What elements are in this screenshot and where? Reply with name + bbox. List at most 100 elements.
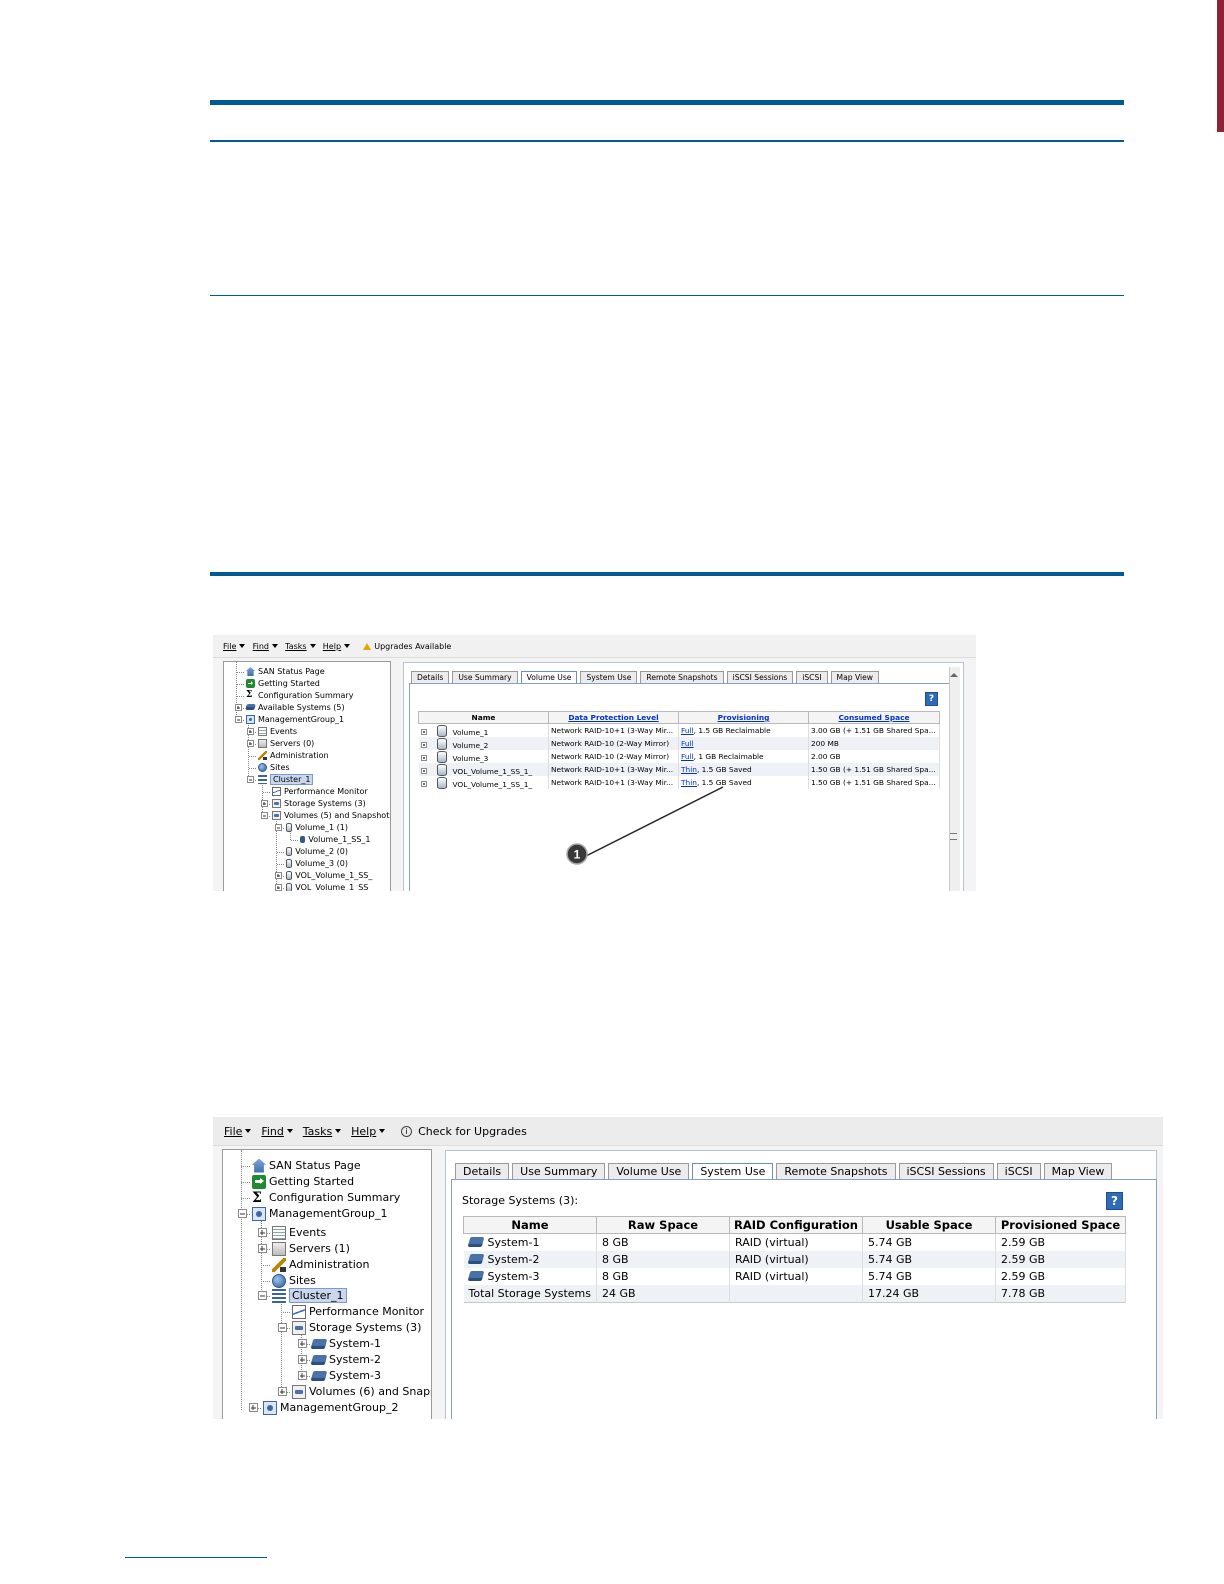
tab-use-summary[interactable]: Use Summary	[512, 1163, 606, 1179]
tree-item-volumes-5-and-snapshots[interactable]: Volumes (5) and Snapshots	[260, 810, 390, 821]
tree-item-getting-started[interactable]: Getting Started	[252, 1174, 354, 1189]
expand-icon[interactable]	[234, 704, 242, 711]
tab-volume-use[interactable]: Volume Use	[520, 671, 578, 683]
tree-item-volume-1-1[interactable]: Volume_1 (1)	[274, 822, 348, 833]
tree-item-servers-0[interactable]: Servers (0)	[246, 738, 314, 749]
table-row[interactable]: Volume_1 Network RAID-10+1 (3-Way Mir... F…	[418, 723, 940, 737]
table-row[interactable]: VOL_Volume_1_SS_1_ Network RAID-10+1 (3-W…	[418, 763, 940, 776]
tree-item-system-1[interactable]: System-1	[297, 1336, 381, 1351]
provisioning-link[interactable]: Full	[681, 726, 694, 735]
tree-item-storage-systems-3[interactable]: Storage Systems (3)	[277, 1320, 421, 1335]
tab-iscsi-sessions[interactable]: iSCSI Sessions	[726, 671, 794, 683]
tree-item-managementgroup-1[interactable]: ManagementGroup_1	[234, 714, 344, 725]
tab-volume-use[interactable]: Volume Use	[608, 1163, 690, 1179]
tab-iscsi-sessions[interactable]: iSCSI Sessions	[898, 1163, 994, 1179]
collapse-icon[interactable]	[277, 1323, 287, 1332]
tab-details[interactable]: Details	[455, 1163, 510, 1179]
tree-item-configuration-summary[interactable]: Σ Configuration Summary	[246, 690, 353, 701]
upgrades-available-link[interactable]: Upgrades Available	[374, 642, 451, 651]
tree-item-configuration-summary[interactable]: Σ Configuration Summary	[252, 1190, 400, 1205]
menu-tasks[interactable]: Tasks	[303, 1125, 342, 1138]
tab-use-summary[interactable]: Use Summary	[452, 671, 518, 683]
tab-system-use[interactable]: System Use	[692, 1163, 774, 1179]
menu-find[interactable]: Find	[261, 1125, 293, 1138]
collapse-icon[interactable]	[234, 716, 242, 723]
provisioning-link[interactable]: Thin	[681, 778, 697, 787]
tree-item-san-status-page[interactable]: SAN Status Page	[246, 666, 325, 677]
tab-map-view[interactable]: Map View	[830, 671, 879, 683]
check-for-upgrades-link[interactable]: Check for Upgrades	[418, 1125, 527, 1138]
tree-item-volume-3-0[interactable]: Volume_3 (0)	[286, 858, 348, 869]
tree-item-volume-2-0[interactable]: Volume_2 (0)	[286, 846, 348, 857]
menu-file[interactable]: File	[223, 642, 246, 651]
tree-item-cluster-1[interactable]: Cluster_1	[246, 774, 314, 785]
column-header-provisioned-space[interactable]: Provisioned Space	[995, 1216, 1126, 1234]
tab-system-use[interactable]: System Use	[580, 671, 638, 683]
column-header-name[interactable]: Name	[418, 711, 549, 724]
tab-remote-snapshots[interactable]: Remote Snapshots	[640, 671, 724, 683]
expand-icon[interactable]	[297, 1371, 307, 1380]
tree-item-sites[interactable]: Sites	[272, 1273, 316, 1288]
tree-item-managementgroup-1[interactable]: ManagementGroup_1	[237, 1206, 387, 1221]
help-button[interactable]: ?	[1106, 1192, 1123, 1210]
tab-map-view[interactable]: Map View	[1043, 1163, 1113, 1179]
column-header-name[interactable]: Name	[463, 1216, 597, 1234]
scroll-up-arrow-icon[interactable]	[950, 673, 958, 677]
menu-help[interactable]: Help	[323, 642, 351, 651]
menu-help[interactable]: Help	[351, 1125, 386, 1138]
tree-item-sites[interactable]: Sites	[258, 762, 290, 773]
expand-icon[interactable]	[297, 1339, 307, 1348]
expand-icon[interactable]	[274, 884, 282, 891]
total-row[interactable]: Total Storage Systems 24 GB 17.24 GB 7.78 G…	[463, 1285, 1126, 1303]
tree-item-system-3[interactable]: System-3	[297, 1368, 381, 1383]
tree-item-available-systems-5[interactable]: Available Systems (5)	[234, 702, 345, 713]
tree-item-events[interactable]: Events	[246, 726, 297, 737]
tree-item-volume-1-ss-1[interactable]: Volume_1_SS_1	[300, 834, 370, 845]
expand-icon[interactable]	[420, 767, 427, 774]
table-row[interactable]: Volume_2 Network RAID-10 (2-Way Mirror) Fu…	[418, 737, 940, 750]
tree-item-events[interactable]: Events	[257, 1225, 326, 1240]
tree-item-vol-volume-1-ss[interactable]: VOL_Volume_1_SS_	[274, 870, 372, 881]
tree-item-volumes-6-and-snapsh[interactable]: Volumes (6) and Snapsh	[277, 1384, 431, 1399]
expand-icon[interactable]	[420, 741, 427, 748]
expand-icon[interactable]	[420, 754, 427, 761]
tree-item-performance-monitor[interactable]: Performance Monitor	[292, 1304, 424, 1319]
tab-details[interactable]: Details	[411, 671, 450, 683]
help-button[interactable]: ?	[925, 692, 938, 706]
table-row[interactable]: System-2 8 GB RAID (virtual) 5.74 GB 2.59 GB	[463, 1251, 1126, 1268]
collapse-icon[interactable]	[257, 1291, 267, 1300]
column-header-raw-space[interactable]: Raw Space	[596, 1216, 730, 1234]
tree-item-servers-1[interactable]: Servers (1)	[257, 1241, 350, 1256]
expand-icon[interactable]	[274, 872, 282, 879]
vertical-scrollbar[interactable]	[949, 667, 960, 891]
column-header-consumed-space[interactable]: Consumed Space	[808, 711, 940, 724]
column-header-usable-space[interactable]: Usable Space	[862, 1216, 996, 1234]
tab-remote-snapshots[interactable]: Remote Snapshots	[776, 1163, 896, 1179]
table-row[interactable]: Volume_3 Network RAID-10 (2-Way Mirror) Fu…	[418, 750, 940, 763]
menu-file[interactable]: File	[224, 1125, 252, 1138]
expand-icon[interactable]	[248, 1403, 258, 1412]
provisioning-link[interactable]: Thin	[681, 765, 697, 774]
tree-item-cluster-1[interactable]: Cluster_1	[257, 1288, 347, 1303]
table-row[interactable]: VOL_Volume_1_SS_1_ Network RAID-10+1 (3-W…	[418, 776, 940, 789]
provisioning-link[interactable]: Full	[681, 739, 694, 748]
tree-item-system-2[interactable]: System-2	[297, 1352, 381, 1367]
tree-item-getting-started[interactable]: Getting Started	[246, 678, 320, 689]
tree-item-performance-monitor[interactable]: Performance Monitor	[272, 786, 368, 797]
expand-icon[interactable]	[257, 1244, 267, 1253]
table-row[interactable]: System-3 8 GB RAID (virtual) 5.74 GB 2.59 GB	[463, 1268, 1126, 1285]
expand-icon[interactable]	[246, 740, 254, 747]
collapse-icon[interactable]	[274, 824, 282, 831]
collapse-icon[interactable]	[260, 812, 268, 819]
table-row[interactable]: System-1 8 GB RAID (virtual) 5.74 GB 2.59 GB	[463, 1233, 1126, 1251]
expand-icon[interactable]	[260, 800, 268, 807]
expand-icon[interactable]	[297, 1355, 307, 1364]
column-header-provisioning[interactable]: Provisioning	[678, 711, 809, 724]
expand-icon[interactable]	[246, 728, 254, 735]
collapse-icon[interactable]	[237, 1209, 247, 1218]
tab-iscsi[interactable]: iSCSI	[996, 1163, 1041, 1179]
menu-find[interactable]: Find	[253, 642, 278, 651]
tree-item-administration[interactable]: Administration	[258, 750, 329, 761]
tree-item-managementgroup-2[interactable]: ManagementGroup_2	[248, 1400, 398, 1415]
tree-item-administration[interactable]: Administration	[272, 1257, 370, 1272]
